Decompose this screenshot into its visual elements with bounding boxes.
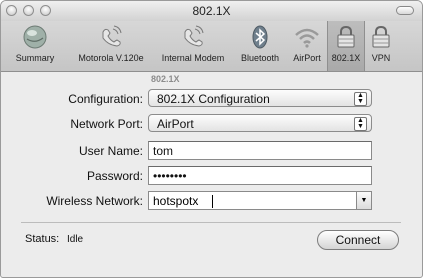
password-field[interactable]: •••••••• <box>148 166 372 185</box>
configuration-popup[interactable]: 802.1X Configuration ▲ ▼ <box>148 89 372 107</box>
network-port-value: AirPort <box>157 117 194 131</box>
wireless-network-value: hotspotx <box>153 194 199 208</box>
toolbar-item-label: Motorola V.120e <box>78 53 144 63</box>
phone-icon <box>102 25 122 47</box>
password-label: Password: <box>86 169 143 183</box>
toolbar-item-label: AirPort <box>293 53 321 63</box>
lock-icon <box>372 25 390 48</box>
updown-arrows-icon: ▲ ▼ <box>354 117 367 131</box>
toolbar-item-label: VPN <box>371 53 391 63</box>
toolbar-item-internal-modem[interactable]: Internal Modem <box>153 21 233 71</box>
user-name-label: User Name: <box>78 144 143 158</box>
wireless-network-label: Wireless Network: <box>46 194 143 208</box>
text-cursor <box>212 195 213 208</box>
status-label: Status: <box>25 233 60 245</box>
network-port-popup[interactable]: AirPort ▲ ▼ <box>148 114 372 132</box>
toolbar-item-airport[interactable]: AirPort <box>287 21 327 71</box>
title-bar: 802.1X <box>1 1 422 21</box>
airport-icon <box>295 28 319 48</box>
user-name-field[interactable]: tom <box>148 141 372 160</box>
configuration-value: 802.1X Configuration <box>157 92 270 106</box>
toolbar-item-802-1x[interactable]: 802.1X <box>327 21 365 71</box>
toolbar: Summary Motorola V.120e Internal Modem B… <box>1 21 422 72</box>
toolbar-item-label: Bluetooth <box>240 53 280 63</box>
toolbar-item-label: Summary <box>15 53 55 63</box>
bluetooth-icon <box>252 25 268 49</box>
toolbar-item-label: Internal Modem <box>161 53 225 63</box>
toolbar-item-motorola[interactable]: Motorola V.120e <box>69 21 153 71</box>
wireless-network-combo[interactable]: hotspotx ▼ <box>148 191 372 210</box>
password-value: •••••••• <box>153 169 187 183</box>
toolbar-toggle-button[interactable] <box>396 6 414 15</box>
toolbar-item-label: 802.1X <box>331 53 361 63</box>
network-port-label: Network Port: <box>70 117 143 131</box>
toolbar-item-bluetooth[interactable]: Bluetooth <box>233 21 287 71</box>
toolbar-item-summary[interactable]: Summary <box>1 21 69 71</box>
updown-arrows-icon: ▲ ▼ <box>354 92 367 106</box>
connect-button[interactable]: Connect <box>317 230 399 250</box>
summary-icon <box>23 25 47 49</box>
section-header: 802.1X <box>151 74 180 84</box>
lock-icon <box>337 25 355 48</box>
window-title: 802.1X <box>192 4 231 18</box>
dropdown-arrow-icon[interactable]: ▼ <box>356 192 371 209</box>
internet-connect-window: 802.1X Summary Motorola V.120e Internal … <box>0 0 423 278</box>
divider <box>21 222 401 223</box>
user-name-value: tom <box>153 144 174 158</box>
phone-icon <box>184 25 204 47</box>
configuration-label: Configuration: <box>68 92 143 106</box>
toolbar-item-vpn[interactable]: VPN <box>365 21 397 71</box>
status-value: Idle <box>67 234 84 245</box>
